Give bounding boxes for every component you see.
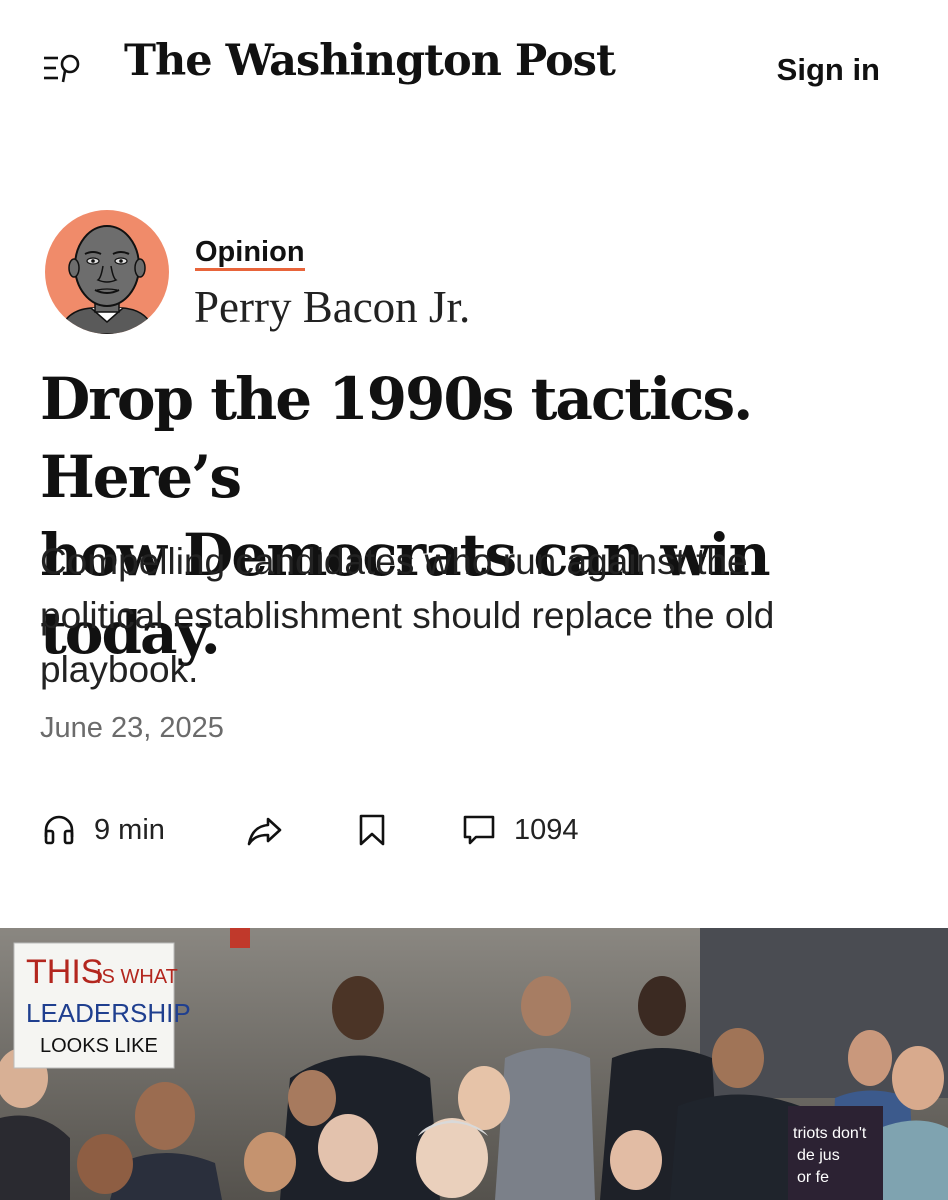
headphones-icon <box>42 813 76 847</box>
share-icon <box>246 813 284 847</box>
masthead-logo[interactable]: The Washington Post <box>124 36 616 86</box>
comment-icon <box>462 813 496 847</box>
publish-date: June 23, 2025 <box>40 712 224 744</box>
listen-duration: 9 min <box>94 813 165 846</box>
banner-text-3: or fe <box>797 1169 829 1186</box>
comments-count: 1094 <box>514 813 579 846</box>
sign-text-looks-like: LOOKS LIKE <box>40 1035 158 1057</box>
bookmark-button[interactable] <box>358 808 386 852</box>
dek-line-1: Compelling candidates who run against th… <box>40 541 748 582</box>
dek-line-2: political establishment should replace t… <box>40 595 775 636</box>
article-dek: Compelling candidates who run against th… <box>40 535 920 697</box>
banner-text-1: triots don't <box>793 1125 867 1142</box>
listen-button[interactable]: 9 min <box>42 808 165 852</box>
headline-line-1: Drop the 1990s tactics. Here’s <box>40 365 753 511</box>
article-toolbar: 9 min 1094 <box>40 808 640 856</box>
site-header: The Washington Post Sign in <box>0 0 948 140</box>
comments-button[interactable]: 1094 <box>462 808 579 852</box>
sign-text-leadership: LEADERSHIP <box>26 998 191 1028</box>
sign-text-this: THIS <box>26 953 103 991</box>
lead-photo[interactable]: THIS IS WHAT LEADERSHIP LOOKS LIKE triot… <box>0 928 948 1200</box>
share-button[interactable] <box>246 808 284 852</box>
sign-text-is-what: IS WHAT <box>96 966 178 988</box>
author-name[interactable]: Perry Bacon Jr. <box>194 281 470 333</box>
bookmark-icon <box>358 813 386 847</box>
dek-line-3: playbook. <box>40 649 199 690</box>
menu-search-icon[interactable] <box>42 52 86 88</box>
banner-text-2: de jus <box>797 1147 840 1164</box>
section-label-opinion[interactable]: Opinion <box>195 236 305 271</box>
sign-in-button[interactable]: Sign in <box>777 52 880 88</box>
author-avatar[interactable] <box>45 210 169 334</box>
